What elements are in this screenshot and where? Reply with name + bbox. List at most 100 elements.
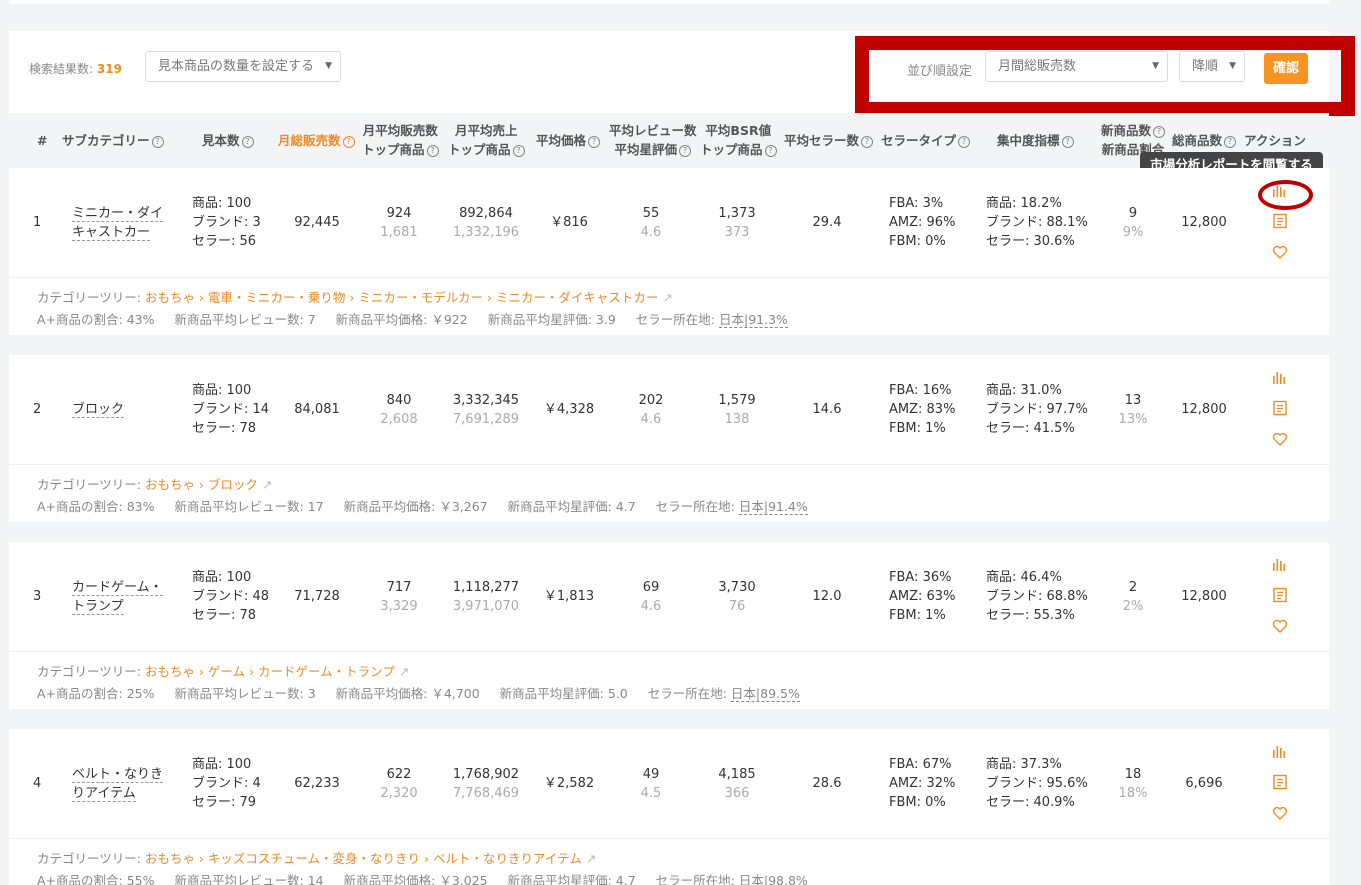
row-meta-stats: A+商品の割合: 83% 新商品平均レビュー数: 17 新商品平均価格: ￥3,…: [37, 499, 808, 515]
avg-bsr: 3,730 76: [718, 580, 756, 614]
sample-count-select[interactable]: 見本商品の数量を設定する ▼: [145, 51, 341, 82]
row-number: 3: [33, 589, 42, 604]
avg-price: ￥4,328: [543, 402, 595, 417]
header-concentration: 集中度指標?: [997, 131, 1074, 150]
help-icon: ?: [588, 135, 601, 148]
heart-icon[interactable]: [1272, 431, 1288, 447]
header-num: #: [37, 133, 48, 148]
row-number: 4: [33, 776, 42, 791]
help-icon: ?: [861, 135, 874, 148]
seller-type: FBA: 67% AMZ: 32% FBM: 0%: [889, 757, 956, 810]
concentration: 商品: 18.2% ブランド: 88.1% セラー: 30.6%: [986, 196, 1088, 249]
category-tree-link[interactable]: おもちゃ › ブロック: [145, 477, 258, 492]
external-link-icon[interactable]: ↗: [662, 290, 672, 305]
report-icon[interactable]: [1272, 213, 1288, 229]
external-link-icon[interactable]: ↗: [399, 664, 409, 679]
subcategory-link[interactable]: ミニカー・ダイ キャストカー: [72, 204, 164, 242]
bar-chart-icon[interactable]: [1272, 743, 1288, 759]
result-count-label: 検索結果数:: [29, 62, 94, 76]
avg-sales: 924 1,681: [380, 206, 418, 240]
sample-stats: 商品: 100 ブランド: 48 セラー: 78: [192, 570, 270, 623]
help-icon: ?: [342, 135, 355, 148]
sample-stats: 商品: 100 ブランド: 14 セラー: 78: [192, 383, 270, 436]
bar-chart-icon[interactable]: [1272, 369, 1288, 385]
avg-sellers: 29.4: [812, 215, 842, 230]
header-action: アクション: [1244, 133, 1306, 148]
help-icon: ?: [1224, 135, 1237, 148]
avg-bsr: 4,185 366: [718, 767, 756, 801]
new-products: 2 2%: [1122, 580, 1144, 614]
row-number: 1: [33, 215, 42, 230]
subcategory-link[interactable]: ブロック: [72, 400, 125, 419]
avg-review: 55 4.6: [640, 206, 662, 240]
help-icon: ?: [958, 135, 971, 148]
header-avg-sellers: 平均セラー数?: [784, 131, 874, 150]
row-meta-stats: A+商品の割合: 43% 新商品平均レビュー数: 7 新商品平均価格: ￥922…: [37, 312, 788, 328]
bar-chart-icon[interactable]: [1272, 556, 1288, 572]
help-icon: ?: [1061, 135, 1074, 148]
seller-type: FBA: 36% AMZ: 63% FBM: 1%: [889, 570, 956, 623]
concentration: 商品: 46.4% ブランド: 68.8% セラー: 55.3%: [986, 570, 1088, 623]
table-row: 1 ミニカー・ダイ キャストカー 商品: 100 ブランド: 3 セラー: 56 92…: [9, 168, 1329, 335]
report-icon[interactable]: [1272, 774, 1288, 790]
avg-price: ￥2,582: [543, 776, 595, 791]
category-tree-link[interactable]: おもちゃ › ゲーム › カードゲーム・トランプ: [145, 664, 395, 679]
avg-bsr: 1,373 373: [718, 206, 756, 240]
avg-review: 49 4.5: [640, 767, 662, 801]
monthly-total: 71,728: [294, 589, 340, 604]
table-row: 2 ブロック 商品: 100 ブランド: 14 セラー: 78 84,081 840…: [9, 355, 1329, 522]
row-divider: [9, 651, 1329, 652]
row-divider: [9, 838, 1329, 839]
seller-type: FBA: 16% AMZ: 83% FBM: 1%: [889, 383, 956, 436]
heart-icon[interactable]: [1272, 618, 1288, 634]
table-row: 3 カードゲーム・ トランプ 商品: 100 ブランド: 48 セラー: 78 71,…: [9, 542, 1329, 709]
top-strip: [9, 0, 1329, 4]
new-products: 13 13%: [1118, 393, 1148, 427]
header-samples: 見本数?: [202, 131, 254, 150]
help-icon: ?: [241, 135, 254, 148]
category-tree: カテゴリーツリー: おもちゃ › ブロック ↗: [37, 477, 273, 492]
help-icon: ?: [426, 144, 439, 157]
help-icon: ?: [512, 144, 525, 157]
report-icon[interactable]: [1272, 587, 1288, 603]
avg-revenue: 892,864 1,332,196: [452, 206, 520, 240]
row-divider: [9, 277, 1329, 278]
external-link-icon[interactable]: ↗: [262, 477, 272, 492]
heart-icon[interactable]: [1272, 244, 1288, 260]
category-tree: カテゴリーツリー: おもちゃ › 電車・ミニカー・乗り物 › ミニカー・モデルカ…: [37, 290, 673, 305]
avg-sellers: 14.6: [812, 402, 842, 417]
help-icon: ?: [679, 144, 692, 157]
avg-sales: 622 2,320: [380, 767, 418, 801]
result-count: 検索結果数: 319: [29, 60, 122, 77]
subcategory-link[interactable]: ベルト・なりき りアイテム: [72, 765, 164, 803]
concentration: 商品: 31.0% ブランド: 97.7% セラー: 41.5%: [986, 383, 1088, 436]
avg-sales: 840 2,608: [380, 393, 418, 427]
total-products: 12,800: [1181, 215, 1227, 230]
category-tree: カテゴリーツリー: おもちゃ › ゲーム › カードゲーム・トランプ ↗: [37, 664, 410, 679]
monthly-total: 62,233: [294, 776, 340, 791]
avg-review: 69 4.6: [640, 580, 662, 614]
avg-review: 202 4.6: [638, 393, 664, 427]
external-link-icon[interactable]: ↗: [586, 851, 596, 866]
concentration: 商品: 37.3% ブランド: 95.6% セラー: 40.9%: [986, 757, 1088, 810]
table-header: # サブカテゴリー? 見本数? 月総販売数? 月平均販売数 トップ商品? 月平均売…: [9, 113, 1329, 168]
header-avg-price: 平均価格?: [536, 131, 601, 150]
avg-bsr: 1,579 138: [718, 393, 756, 427]
sample-stats: 商品: 100 ブランド: 4 セラー: 79: [192, 757, 261, 810]
category-tree-link[interactable]: おもちゃ › 電車・ミニカー・乗り物 › ミニカー・モデルカー › ミニカー・ダ…: [145, 290, 658, 305]
heart-icon[interactable]: [1272, 805, 1288, 821]
avg-sellers: 12.0: [812, 589, 842, 604]
result-count-value: 319: [96, 62, 122, 76]
new-products: 18 18%: [1118, 767, 1148, 801]
subcategory-link[interactable]: カードゲーム・ トランプ: [72, 578, 163, 616]
sample-count-placeholder: 見本商品の数量を設定する: [158, 59, 315, 74]
header-avg-sales-top: 月平均販売数 トップ商品?: [362, 123, 439, 157]
help-icon: ?: [1153, 125, 1166, 138]
header-avg-revenue-top: 月平均売上 トップ商品?: [448, 121, 525, 159]
help-icon: ?: [764, 144, 777, 157]
table-row: 4 ベルト・なりき りアイテム 商品: 100 ブランド: 4 セラー: 79 62,…: [9, 729, 1329, 885]
report-icon[interactable]: [1272, 400, 1288, 416]
header-monthly-total[interactable]: 月総販売数?: [278, 131, 355, 150]
new-products: 9 9%: [1122, 206, 1144, 240]
category-tree-link[interactable]: おもちゃ › キッズコスチューム・変身・なりきり › ベルト・なりきりアイテム: [145, 851, 582, 866]
